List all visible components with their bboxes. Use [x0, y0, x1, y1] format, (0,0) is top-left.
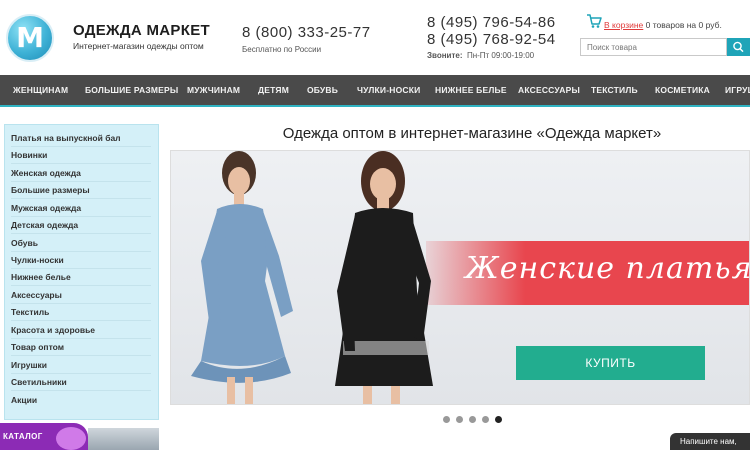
sidebar-item-prom-dresses[interactable]: Платья на выпускной бал — [11, 130, 151, 147]
phone-primary[interactable]: 8 (800) 333-25-77 — [242, 24, 371, 41]
sidebar-item-shoes[interactable]: Обувь — [11, 235, 151, 252]
slider-dot-1[interactable] — [443, 416, 450, 423]
nav-item-accessories[interactable]: АКСЕССУАРЫ — [518, 85, 580, 95]
slider-dot-5[interactable] — [495, 416, 502, 423]
site-name[interactable]: ОДЕЖДА МАРКЕТ — [73, 22, 210, 39]
nav-item-women[interactable]: ЖЕНЩИНАМ — [13, 85, 68, 95]
catalog-icon[interactable] — [56, 427, 86, 450]
nav-item-textile[interactable]: ТЕКСТИЛЬ — [591, 85, 638, 95]
working-hours: Звоните: Пн-Пт 09:00-19:00 — [427, 51, 534, 60]
search-input[interactable] — [580, 38, 727, 56]
phone-primary-note: Бесплатно по России — [242, 45, 322, 54]
hero-banner[interactable]: Женские платья КУПИТЬ — [170, 150, 750, 405]
nav-item-plus-size[interactable]: БОЛЬШИЕ РАЗМЕРЫ — [85, 85, 178, 95]
main-nav: ЖЕНЩИНАМ БОЛЬШИЕ РАЗМЕРЫ МУЖЧИНАМ ДЕТЯМ … — [0, 75, 750, 107]
buy-button[interactable]: КУПИТЬ — [516, 346, 705, 380]
page-title: Одежда оптом в интернет-магазине «Одежда… — [282, 125, 662, 142]
logo-icon[interactable]: M — [6, 14, 54, 62]
model-blue-dress-image — [191, 151, 293, 404]
promo-thumbnail[interactable] — [88, 428, 159, 450]
cart-summary: В корзине 0 товаров на 0 руб. — [604, 20, 722, 30]
sidebar-item-lamps[interactable]: Светильники — [11, 374, 151, 391]
nav-item-shoes[interactable]: ОБУВЬ — [307, 85, 338, 95]
nav-item-underwear[interactable]: НИЖНЕЕ БЕЛЬЕ — [435, 85, 507, 95]
sidebar-item-toys[interactable]: Игрушки — [11, 357, 151, 374]
search-icon — [733, 41, 744, 53]
chat-widget-tab[interactable]: Напишите нам, — [670, 433, 750, 450]
sidebar-item-underwear[interactable]: Нижнее белье — [11, 269, 151, 286]
nav-item-men[interactable]: МУЖЧИНАМ — [187, 85, 240, 95]
site-header: M ОДЕЖДА МАРКЕТ Интернет-магазин одежды … — [0, 0, 750, 75]
sidebar-item-women[interactable]: Женская одежда — [11, 165, 151, 182]
nav-item-kids[interactable]: ДЕТЯМ — [258, 85, 289, 95]
cart-icon[interactable] — [586, 13, 602, 29]
sidebar-item-new[interactable]: Новинки — [11, 147, 151, 164]
banner-headline: Женские платья — [465, 251, 750, 286]
catalog-sidebar: Платья на выпускной бал Новинки Женская … — [4, 124, 159, 420]
slider-pagination — [440, 416, 510, 426]
model-black-dress-image — [335, 151, 433, 404]
slider-dot-4[interactable] — [482, 416, 489, 423]
sidebar-item-textile[interactable]: Текстиль — [11, 304, 151, 321]
phone-secondary-1[interactable]: 8 (495) 796-54-86 — [427, 14, 556, 31]
hours-value: Пн-Пт 09:00-19:00 — [466, 51, 535, 60]
slider-dot-2[interactable] — [456, 416, 463, 423]
sidebar-item-kids[interactable]: Детская одежда — [11, 217, 151, 234]
sidebar-item-men[interactable]: Мужская одежда — [11, 200, 151, 217]
sidebar-item-plus-size[interactable]: Большие размеры — [11, 182, 151, 199]
search-button[interactable] — [727, 38, 750, 56]
sidebar-item-sales[interactable]: Акции — [11, 392, 151, 409]
nav-item-cosmetics[interactable]: КОСМЕТИКА — [655, 85, 710, 95]
hours-label: Звоните: — [427, 51, 463, 60]
sidebar-item-accessories[interactable]: Аксессуары — [11, 287, 151, 304]
slider-dot-3[interactable] — [469, 416, 476, 423]
cart-link[interactable]: В корзине — [604, 20, 643, 30]
cart-count: 0 товаров на 0 руб. — [643, 20, 722, 30]
nav-item-toys[interactable]: ИГРУШ — [725, 85, 750, 95]
nav-item-hosiery[interactable]: ЧУЛКИ-НОСКИ — [357, 85, 420, 95]
site-tagline: Интернет-магазин одежды оптом — [73, 41, 204, 51]
sidebar-item-beauty-health[interactable]: Красота и здоровье — [11, 322, 151, 339]
phone-secondary-2[interactable]: 8 (495) 768-92-54 — [427, 31, 556, 48]
sidebar-item-hosiery[interactable]: Чулки-носки — [11, 252, 151, 269]
sidebar-item-wholesale[interactable]: Товар оптом — [11, 339, 151, 356]
